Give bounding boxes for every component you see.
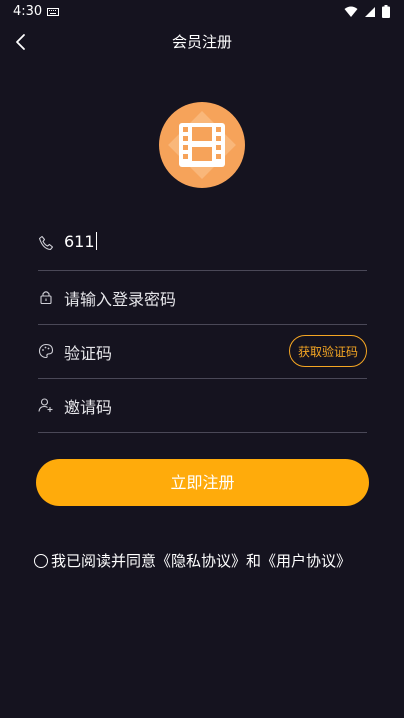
verification-code-input[interactable]: 验证码 — [64, 340, 112, 364]
film-logo-icon — [159, 102, 245, 188]
palette-icon — [38, 343, 54, 359]
password-field[interactable]: 请输入登录密码 — [38, 270, 367, 325]
agreement: 我已阅读并同意 《隐私协议》 和 《用户协议》 — [34, 550, 351, 571]
add-user-icon — [38, 398, 53, 412]
agreement-prefix: 我已阅读并同意 — [51, 552, 157, 570]
wifi-icon — [344, 6, 358, 17]
user-agreement-link[interactable]: 《用户协议》 — [261, 550, 351, 571]
page-title: 会员注册 — [171, 33, 232, 51]
password-input[interactable]: 请输入登录密码 — [64, 286, 176, 310]
lock-icon — [40, 291, 52, 305]
status-bar: 4:30 — [0, 0, 404, 24]
invite-code-input[interactable]: 邀请码 — [64, 394, 112, 418]
invite-code-field[interactable]: 邀请码 — [38, 378, 367, 433]
agree-radio[interactable] — [34, 553, 48, 568]
signal-icon — [365, 6, 375, 17]
phone-input[interactable]: 611 — [64, 232, 97, 251]
text-caret — [95, 232, 97, 250]
app-bar: 会员注册 — [0, 24, 404, 60]
battery-icon — [382, 5, 390, 18]
verification-code-field[interactable]: 验证码 获取验证码 — [38, 324, 367, 379]
agreement-and: 和 — [246, 552, 262, 570]
phone-icon — [38, 235, 54, 251]
privacy-policy-link[interactable]: 《隐私协议》 — [156, 550, 246, 571]
get-code-button[interactable]: 获取验证码 — [288, 335, 367, 367]
phone-field[interactable]: 611 — [38, 216, 367, 271]
status-time: 4:30 — [13, 4, 43, 19]
keyboard-icon — [47, 8, 59, 16]
register-button[interactable]: 立即注册 — [36, 459, 369, 506]
